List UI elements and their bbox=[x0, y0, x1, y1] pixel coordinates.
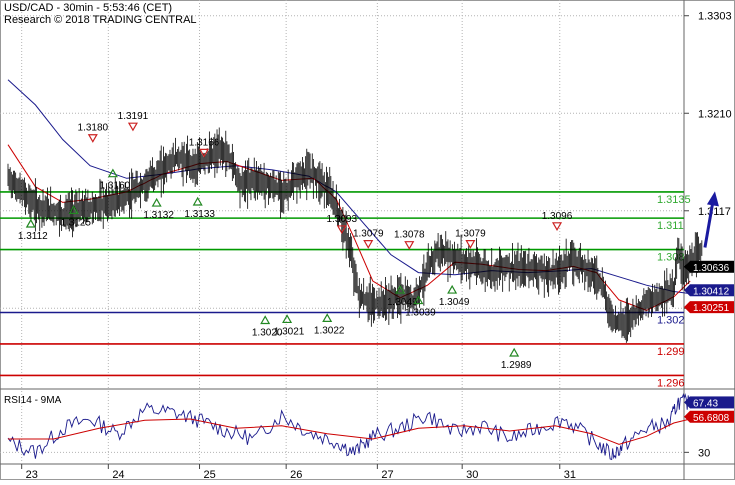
level-label-resistance-1.3135: 1.3135 bbox=[657, 194, 691, 206]
pivot-low-marker bbox=[322, 313, 333, 322]
pivot-low-marker bbox=[260, 315, 271, 325]
level-label-support-1.296: 1.296 bbox=[657, 377, 685, 389]
day-tick-label: 30 bbox=[466, 469, 478, 480]
rsi-title: RSI14 - 9MA bbox=[4, 395, 62, 406]
rsi-tag-pointer bbox=[684, 410, 690, 423]
chart-header-symbol: USD/CAD - 30min - 5:53:46 (CET) bbox=[4, 2, 173, 14]
pivot-low-marker bbox=[151, 197, 162, 207]
pivot-low-label: 1.3022 bbox=[314, 325, 345, 336]
pivot-high-label: 1.3180 bbox=[78, 123, 109, 134]
day-tick-label: 23 bbox=[26, 469, 38, 480]
level-label-support-1.299: 1.299 bbox=[657, 346, 685, 358]
pivot-high-label: 1.3078 bbox=[394, 230, 425, 241]
rsi-tag-label: 67.43 bbox=[693, 398, 718, 409]
pivot-low-label: 1.3021 bbox=[274, 326, 305, 337]
pivot-low-marker bbox=[192, 196, 203, 206]
pivot-low-label: 1.3049 bbox=[387, 297, 418, 308]
forecast-arrow-head bbox=[706, 191, 719, 207]
pivot-high-marker bbox=[465, 240, 476, 249]
chart-header-copyright: Research © 2018 TRADING CENTRAL bbox=[4, 14, 197, 26]
level-label-resistance-1.311: 1.311 bbox=[657, 220, 684, 232]
chart-frame bbox=[0, 0, 735, 480]
pivot-low-marker bbox=[282, 314, 293, 324]
pivot-low-label: 1.2989 bbox=[501, 360, 532, 371]
price-tag-pointer bbox=[684, 301, 690, 314]
price-tag-label: 1.30251 bbox=[693, 303, 730, 314]
pivot-low-label: 1.3125 bbox=[60, 217, 91, 228]
pivot-high-label: 1.3096 bbox=[542, 211, 573, 222]
pivot-low-marker bbox=[447, 284, 458, 294]
pivot-low-label: 1.3039 bbox=[405, 308, 436, 319]
pivot-low-label: 1.3112 bbox=[18, 231, 48, 242]
pivot-high-label: 1.3079 bbox=[353, 229, 384, 240]
price-tick-label: 1.3117 bbox=[698, 206, 731, 218]
day-tick-label: 26 bbox=[290, 469, 302, 480]
pivot-low-label: 1.3160 bbox=[100, 181, 131, 192]
price-tag-label: 1.30412 bbox=[693, 286, 730, 297]
level-label-support-1.302: 1.302 bbox=[657, 314, 685, 326]
price-tag-pointer bbox=[684, 260, 690, 273]
rsi-tag-label: 56.6808 bbox=[693, 413, 730, 424]
level-label-resistance-1.308: 1.308 bbox=[657, 252, 685, 264]
pivot-high-label: 1.3191 bbox=[118, 111, 149, 122]
price-tag-label: 1.30636 bbox=[693, 263, 730, 274]
rsi-tick-label: 30 bbox=[698, 447, 710, 459]
day-tick-label: 31 bbox=[564, 469, 576, 480]
series-rsi bbox=[7, 393, 691, 461]
price-tick-label: 1.3210 bbox=[698, 108, 732, 120]
day-tick-label: 25 bbox=[204, 469, 216, 480]
pivot-low-label: 1.3132 bbox=[143, 210, 174, 221]
pivot-high-marker bbox=[363, 240, 374, 249]
pivot-high-label: 1.3079 bbox=[455, 229, 486, 240]
pivot-high-marker bbox=[127, 122, 138, 132]
pivot-high-label: 1.3166 bbox=[189, 137, 220, 148]
pivot-low-label: 1.3133 bbox=[184, 209, 215, 220]
chart: USD/CAD - 30min - 5:53:46 (CET) Research… bbox=[0, 0, 735, 481]
pivot-high-marker bbox=[87, 134, 98, 143]
pivot-high-marker bbox=[404, 241, 415, 250]
day-tick-label: 27 bbox=[381, 469, 393, 480]
pivot-low-marker bbox=[25, 218, 36, 228]
pivot-low-label: 1.3049 bbox=[439, 297, 470, 308]
price-tick-label: 1.3303 bbox=[698, 11, 732, 23]
pivot-high-label: 1.3093 bbox=[326, 214, 357, 225]
chart-svg: 232425262730311.33031.32101.31171.30241.… bbox=[0, 0, 735, 481]
pivot-low-marker bbox=[509, 347, 520, 357]
day-tick-label: 24 bbox=[112, 469, 124, 480]
